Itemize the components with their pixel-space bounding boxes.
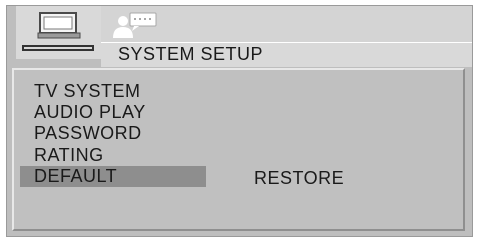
tab-system-setup[interactable] xyxy=(16,5,101,59)
setup-menu: TV SYSTEM AUDIO PLAY PASSWORD RATING DEF… xyxy=(14,70,463,229)
restore-option[interactable]: RESTORE xyxy=(254,168,344,189)
tv-icon xyxy=(37,12,81,39)
page-title: SYSTEM SETUP xyxy=(118,44,264,64)
menu-item-audio-play[interactable]: AUDIO PLAY xyxy=(20,102,206,123)
menu-item-rating[interactable]: RATING xyxy=(20,145,206,166)
menu-item-default[interactable]: DEFAULT xyxy=(20,166,206,187)
title-bar: SYSTEM SETUP xyxy=(101,42,473,67)
menu-panel: TV SYSTEM AUDIO PLAY PASSWORD RATING DEF… xyxy=(12,68,465,231)
person-icon[interactable] xyxy=(110,11,164,39)
setup-window: SYSTEM SETUP TV SYSTEM AUDIO PLAY PASSWO… xyxy=(6,5,473,237)
tab-active-indicator xyxy=(22,45,94,51)
menu-item-tv-system[interactable]: TV SYSTEM xyxy=(20,81,206,102)
menu-item-password[interactable]: PASSWORD xyxy=(20,123,206,144)
